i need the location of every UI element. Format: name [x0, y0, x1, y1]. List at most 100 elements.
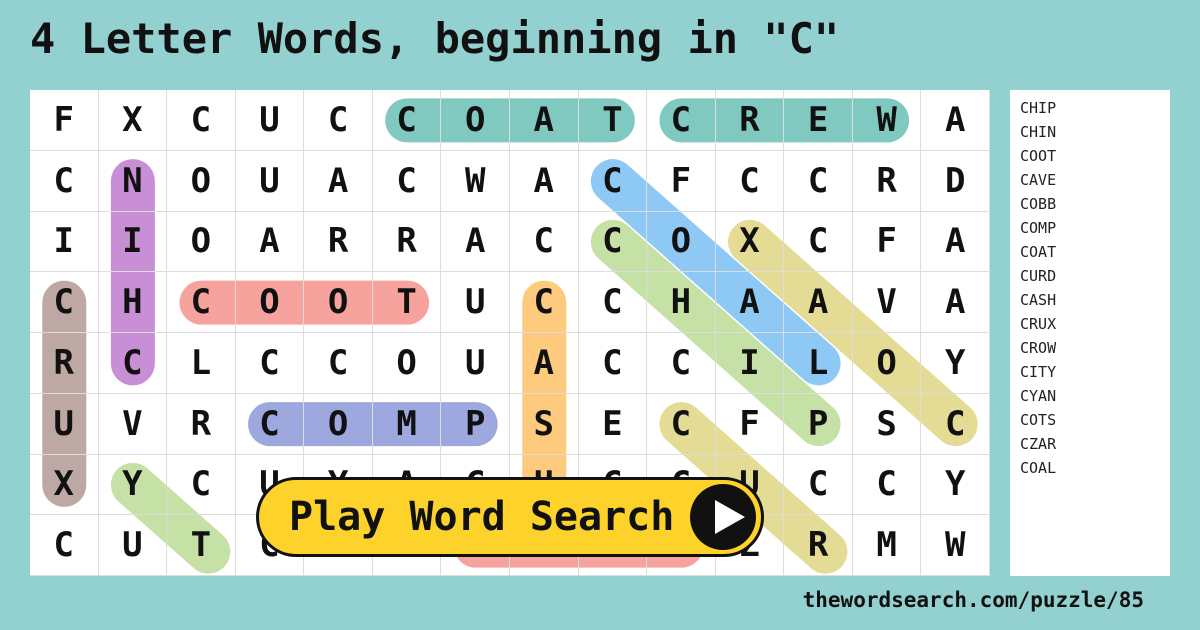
grid-cell[interactable]: O: [167, 150, 236, 212]
grid-cell[interactable]: F: [30, 90, 99, 151]
grid-cell[interactable]: C: [167, 454, 236, 516]
grid-cell[interactable]: U: [441, 333, 510, 394]
grid-cell[interactable]: A: [235, 211, 305, 273]
grid-cell[interactable]: C: [304, 333, 373, 394]
grid-cell[interactable]: U: [235, 90, 305, 151]
grid-cell[interactable]: W: [852, 90, 922, 151]
grid-cell[interactable]: Y: [98, 454, 168, 516]
grid-cell[interactable]: X: [30, 454, 99, 516]
grid-cell[interactable]: C: [304, 90, 373, 151]
grid-cell[interactable]: C: [578, 150, 648, 212]
grid-cell[interactable]: O: [235, 272, 305, 333]
grid-cell[interactable]: C: [578, 211, 648, 273]
grid-cell[interactable]: R: [852, 150, 922, 212]
grid-cell[interactable]: R: [715, 90, 785, 151]
grid-cell[interactable]: C: [784, 211, 853, 273]
grid-cell[interactable]: V: [852, 272, 922, 333]
grid-cell[interactable]: H: [98, 272, 168, 333]
grid-cell[interactable]: L: [167, 333, 236, 394]
grid-cell[interactable]: O: [852, 333, 922, 394]
grid-cell[interactable]: T: [167, 515, 236, 576]
grid-cell[interactable]: C: [647, 333, 716, 394]
grid-cell[interactable]: O: [167, 211, 236, 273]
grid-cell[interactable]: E: [578, 393, 648, 455]
grid-cell[interactable]: R: [784, 515, 853, 576]
grid-cell[interactable]: R: [167, 393, 236, 455]
grid-cell[interactable]: X: [715, 211, 785, 273]
grid-cell[interactable]: T: [578, 90, 648, 151]
grid-cell[interactable]: F: [715, 393, 785, 455]
grid-cell[interactable]: R: [304, 211, 373, 273]
grid-cell[interactable]: P: [441, 393, 510, 455]
grid-cell[interactable]: F: [647, 150, 716, 212]
grid-cell[interactable]: H: [647, 272, 716, 333]
grid-cell[interactable]: C: [510, 211, 579, 273]
grid-cell[interactable]: A: [304, 150, 373, 212]
grid-cell[interactable]: C: [167, 90, 236, 151]
grid-cell[interactable]: A: [715, 272, 785, 333]
grid-cell[interactable]: V: [98, 393, 168, 455]
grid-cell[interactable]: C: [372, 90, 442, 151]
grid-cell[interactable]: D: [921, 150, 990, 212]
grid-cell[interactable]: P: [784, 393, 853, 455]
grid-cell[interactable]: W: [441, 150, 510, 212]
grid-cell[interactable]: A: [510, 90, 579, 151]
grid-cell[interactable]: E: [784, 90, 853, 151]
grid-cell[interactable]: S: [510, 393, 579, 455]
grid-cell[interactable]: C: [372, 150, 442, 212]
word-list-item: CURD: [1020, 267, 1057, 285]
grid-cell[interactable]: C: [30, 272, 99, 333]
grid-cell[interactable]: O: [304, 393, 373, 455]
grid-cell[interactable]: C: [921, 393, 990, 455]
grid-cell[interactable]: R: [372, 211, 442, 273]
grid-cell[interactable]: Y: [921, 333, 990, 394]
grid-cell[interactable]: T: [372, 272, 442, 333]
grid-cell[interactable]: X: [98, 90, 168, 151]
grid-cell[interactable]: N: [98, 150, 168, 212]
grid-cell[interactable]: O: [372, 333, 442, 394]
grid-cell[interactable]: C: [784, 150, 853, 212]
grid-cell[interactable]: O: [441, 90, 510, 151]
grid-cell[interactable]: M: [372, 393, 442, 455]
grid-cell[interactable]: I: [30, 211, 99, 273]
grid-cell[interactable]: S: [852, 393, 922, 455]
grid-cell[interactable]: A: [921, 211, 990, 273]
grid-cell[interactable]: A: [510, 150, 579, 212]
grid-cell[interactable]: U: [441, 272, 510, 333]
grid-cell[interactable]: F: [852, 211, 922, 273]
grid-cell[interactable]: A: [921, 272, 990, 333]
grid-cell[interactable]: C: [30, 150, 99, 212]
grid-cell[interactable]: O: [647, 211, 716, 273]
grid-cell[interactable]: C: [578, 272, 648, 333]
grid-cell[interactable]: M: [852, 515, 922, 576]
grid-cell[interactable]: A: [510, 333, 579, 394]
grid-cell[interactable]: C: [98, 333, 168, 394]
grid-cell[interactable]: U: [235, 150, 305, 212]
play-word-search-button[interactable]: Play Word Search: [256, 477, 764, 557]
grid-cell[interactable]: C: [852, 454, 922, 516]
grid-cell[interactable]: U: [30, 393, 99, 455]
word-list-item: COBB: [1020, 195, 1057, 213]
grid-cell[interactable]: C: [784, 454, 853, 516]
grid-cell[interactable]: W: [921, 515, 990, 576]
grid-cell[interactable]: C: [647, 90, 716, 151]
grid-cell[interactable]: A: [441, 211, 510, 273]
grid-cell[interactable]: I: [98, 211, 168, 273]
grid-cell[interactable]: C: [647, 393, 716, 455]
grid-cell[interactable]: C: [510, 272, 579, 333]
grid-cell[interactable]: C: [715, 150, 785, 212]
grid-cell[interactable]: R: [30, 333, 99, 394]
grid-cell[interactable]: I: [715, 333, 785, 394]
grid-cell[interactable]: C: [235, 393, 305, 455]
grid-cell[interactable]: U: [98, 515, 168, 576]
grid-cell[interactable]: C: [235, 333, 305, 394]
grid-cell[interactable]: O: [304, 272, 373, 333]
grid-cell[interactable]: A: [784, 272, 853, 333]
grid-cell[interactable]: A: [921, 90, 990, 151]
grid-cell[interactable]: C: [30, 515, 99, 576]
grid-cell[interactable]: L: [784, 333, 853, 394]
site-url[interactable]: thewordsearch.com/puzzle/85: [803, 588, 1144, 612]
grid-cell[interactable]: Y: [921, 454, 990, 516]
grid-cell[interactable]: C: [167, 272, 236, 333]
grid-cell[interactable]: C: [578, 333, 648, 394]
